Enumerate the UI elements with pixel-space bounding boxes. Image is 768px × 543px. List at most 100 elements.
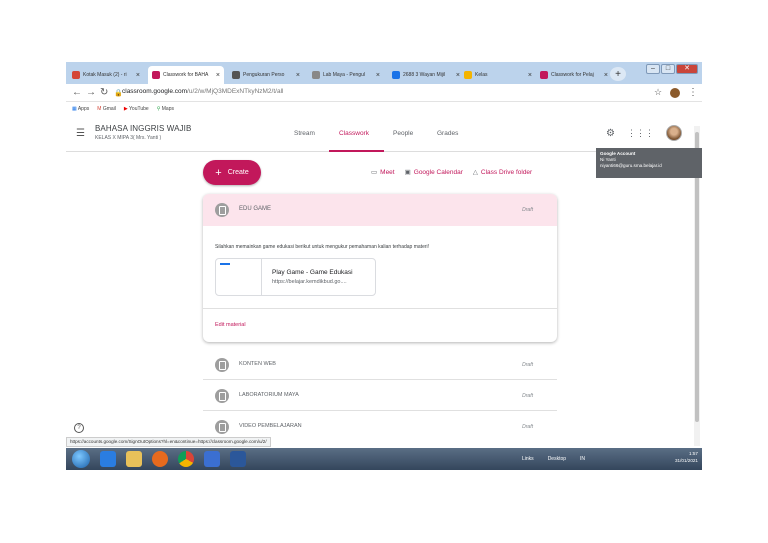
url-host: classroom.google.com xyxy=(122,88,188,95)
tab-classwork[interactable]: Classwork xyxy=(339,130,369,137)
class-tools: ▭ Meet ▣ Google Calendar △ Class Drive fold… xyxy=(371,168,532,176)
material-icon xyxy=(215,203,229,217)
url-field[interactable]: classroom.google.com/u/2/w/MjQ3MDExNTkyN… xyxy=(122,88,283,95)
forward-icon[interactable]: → xyxy=(86,87,96,98)
ie-icon[interactable] xyxy=(100,451,116,467)
course-title[interactable]: BAHASA INGGRIS WAJIB xyxy=(95,124,191,133)
divider xyxy=(203,308,557,309)
new-tab-button[interactable]: + xyxy=(610,67,626,81)
drive-folder-link[interactable]: △ Class Drive folder xyxy=(473,168,532,176)
browser-tab-strip: Kotak Masuk (2) - ri × Classwork for BAHA ×… xyxy=(66,62,702,84)
help-icon[interactable]: ? xyxy=(74,423,84,433)
folder-icon[interactable] xyxy=(126,451,142,467)
close-icon[interactable]: × xyxy=(604,72,608,79)
back-icon[interactable]: ← xyxy=(72,87,82,98)
bookmark-maps[interactable]: ⚲ Maps xyxy=(157,106,174,112)
star-icon[interactable]: ☆ xyxy=(654,87,662,98)
word-icon[interactable] xyxy=(230,451,246,467)
close-icon[interactable]: × xyxy=(528,72,532,79)
taskbar-toolbars: Links Desktop IN xyxy=(522,456,585,462)
tab-label: Lab Maya - Pengul xyxy=(323,72,365,78)
tab-people[interactable]: People xyxy=(393,130,413,137)
minimize-button[interactable]: – xyxy=(646,64,660,74)
gear-icon[interactable]: ⚙ xyxy=(606,128,615,139)
browser-tab[interactable]: Kotak Masuk (2) - ri × xyxy=(68,66,144,84)
close-icon[interactable]: × xyxy=(136,72,140,79)
firefox-icon[interactable] xyxy=(152,451,168,467)
tab-grades[interactable]: Grades xyxy=(437,130,458,137)
edit-material-link[interactable]: Edit material xyxy=(215,322,246,328)
chrome-icon[interactable] xyxy=(178,451,194,467)
desktop-toolbar[interactable]: Desktop xyxy=(548,456,566,462)
gmail-icon xyxy=(72,71,80,79)
close-icon[interactable]: × xyxy=(376,72,380,79)
close-window-button[interactable]: ✕ xyxy=(676,64,698,74)
classroom-icon xyxy=(152,71,160,79)
material-icon xyxy=(215,420,229,434)
links-toolbar[interactable]: Links xyxy=(522,456,534,462)
bookmark-label: Gmail xyxy=(102,106,116,112)
bookmarks-bar: ▦ Apps M Gmail ▶ YouTube ⚲ Maps xyxy=(66,103,702,115)
draft-label: Draft xyxy=(522,393,533,399)
video-camera-icon: ▭ xyxy=(371,169,378,176)
bookmark-label: Maps xyxy=(161,106,174,112)
list-item-title: KONTEN WEB xyxy=(239,361,276,367)
menu-icon[interactable]: ☰ xyxy=(76,128,85,139)
attachment-title: Play Game - Game Edukasi xyxy=(272,269,353,276)
meet-link[interactable]: ▭ Meet xyxy=(371,168,395,176)
draft-label: Draft xyxy=(522,362,533,368)
maximize-button[interactable]: □ xyxy=(661,64,675,74)
meet-label: Meet xyxy=(380,169,395,176)
material-icon xyxy=(215,389,229,403)
page-icon xyxy=(312,71,320,79)
browser-tab[interactable]: Classwork for Pelaj × xyxy=(536,66,612,84)
attachment-card[interactable]: Play Game - Game Edukasi https://belajar… xyxy=(215,258,376,296)
draft-label: Draft xyxy=(522,207,533,213)
url-path: /u/2/w/MjQ3MDExNTkyNzM2/t/all xyxy=(187,88,284,95)
status-url: https://accounts.google.com/SignOutOptio… xyxy=(66,437,271,447)
calendar-link[interactable]: ▣ Google Calendar xyxy=(405,168,463,176)
bookmark-youtube[interactable]: ▶ YouTube xyxy=(124,106,149,112)
drive-icon xyxy=(392,71,400,79)
list-item[interactable]: LABORATORIUM MAYA Draft xyxy=(203,381,557,411)
bookmark-apps[interactable]: ▦ Apps xyxy=(72,106,89,112)
chrome-icon xyxy=(232,71,240,79)
attachment-url: https://belajar.kemdikbud.go.... xyxy=(272,279,347,285)
material-header[interactable]: EDU GAME Draft xyxy=(203,194,557,226)
plus-icon: + xyxy=(215,166,222,179)
tooltip-email: niyanti66@guru.sma.belajar.id xyxy=(600,163,662,168)
browser-tab[interactable]: 2688 3 Wayan Mijil × xyxy=(388,66,464,84)
bookmark-label: Apps xyxy=(77,106,90,112)
account-tooltip: Google Account Ni Yanti niyanti66@guru.s… xyxy=(596,148,702,178)
browser-tab[interactable]: Classwork for BAHA × xyxy=(148,66,224,84)
list-item[interactable]: KONTEN WEB Draft xyxy=(203,350,557,380)
tab-stream[interactable]: Stream xyxy=(294,130,315,137)
active-tab-indicator xyxy=(329,150,384,152)
clock[interactable]: 1:57 31/01/2021 xyxy=(675,450,698,464)
tab-label: Kotak Masuk (2) - ri xyxy=(83,72,127,78)
draft-label: Draft xyxy=(522,424,533,430)
reload-icon[interactable]: ↻ xyxy=(100,87,108,98)
start-button[interactable] xyxy=(72,450,90,468)
list-item-title: VIDEO PEMBELAJARAN xyxy=(239,423,302,429)
close-icon[interactable]: × xyxy=(216,72,220,79)
tab-label: 2688 3 Wayan Mijil xyxy=(403,72,446,78)
create-label: Create xyxy=(227,169,249,176)
media-icon[interactable] xyxy=(204,451,220,467)
profile-icon[interactable] xyxy=(670,88,680,98)
bookmark-gmail[interactable]: M Gmail xyxy=(97,106,116,112)
tab-label: Classwork for BAHA xyxy=(163,72,209,78)
material-title: EDU GAME xyxy=(239,206,272,212)
taskbar: Links Desktop IN 1:57 31/01/2021 xyxy=(66,448,702,470)
avatar[interactable] xyxy=(666,125,682,141)
close-icon[interactable]: × xyxy=(296,72,300,79)
browser-tab[interactable]: Lab Maya - Pengul × xyxy=(308,66,384,84)
attachment-thumbnail xyxy=(216,259,262,295)
more-icon[interactable]: ⋮ xyxy=(688,87,698,98)
apps-grid-icon[interactable]: ⋮⋮⋮ xyxy=(627,128,654,139)
bookmark-label: YouTube xyxy=(129,106,149,112)
browser-tab[interactable]: Kelas × xyxy=(460,66,536,84)
browser-tab[interactable]: Pengukuran Perso × xyxy=(228,66,304,84)
create-button[interactable]: + Create xyxy=(203,160,261,185)
language-indicator[interactable]: IN xyxy=(580,456,585,462)
